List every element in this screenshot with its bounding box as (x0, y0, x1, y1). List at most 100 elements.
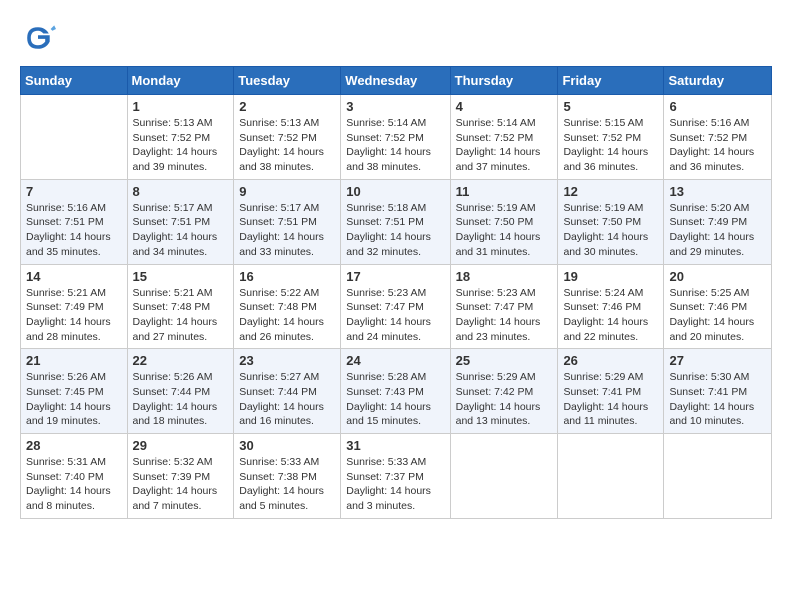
day-info: Sunrise: 5:21 AM Sunset: 7:48 PM Dayligh… (133, 286, 229, 345)
calendar-cell (450, 434, 558, 519)
calendar-cell: 13Sunrise: 5:20 AM Sunset: 7:49 PM Dayli… (664, 179, 772, 264)
day-info: Sunrise: 5:31 AM Sunset: 7:40 PM Dayligh… (26, 455, 122, 514)
day-info: Sunrise: 5:23 AM Sunset: 7:47 PM Dayligh… (346, 286, 444, 345)
week-row-3: 14 Sunrise: 5:21 AM Sunset: 7:49 PM Dayli… (21, 264, 772, 349)
day-number: 18 (456, 269, 553, 284)
calendar-cell: 7Sunrise: 5:16 AM Sunset: 7:51 PM Daylig… (21, 179, 128, 264)
day-number: 27 (669, 353, 766, 368)
day-info: Sunrise: 5:17 AM Sunset: 7:51 PM Dayligh… (133, 201, 229, 260)
calendar-cell: 16Sunrise: 5:22 AM Sunset: 7:48 PM Dayli… (234, 264, 341, 349)
day-info: Sunrise: 5:21 AM Sunset: 7:49 PM Dayligh… (26, 286, 122, 345)
calendar-cell: 2 Sunrise: 5:13 AM Sunset: 7:52 PM Daylig… (234, 95, 341, 180)
day-number: 29 (133, 438, 229, 453)
day-info: Sunrise: 5:18 AM Sunset: 7:51 PM Dayligh… (346, 201, 444, 260)
day-info: Sunrise: 5:13 AM Sunset: 7:52 PM Dayligh… (239, 116, 335, 175)
day-number: 5 (563, 99, 658, 114)
day-info: Sunrise: 5:20 AM Sunset: 7:49 PM Dayligh… (669, 201, 766, 260)
column-header-tuesday: Tuesday (234, 67, 341, 95)
column-header-sunday: Sunday (21, 67, 128, 95)
day-info: Sunrise: 5:17 AM Sunset: 7:51 PM Dayligh… (239, 201, 335, 260)
day-number: 10 (346, 184, 444, 199)
calendar-cell: 3 Sunrise: 5:14 AM Sunset: 7:52 PM Daylig… (341, 95, 450, 180)
day-number: 17 (346, 269, 444, 284)
calendar-table: SundayMondayTuesdayWednesdayThursdayFrid… (20, 66, 772, 519)
calendar-body: 1 Sunrise: 5:13 AM Sunset: 7:52 PM Daylig… (21, 95, 772, 519)
day-info: Sunrise: 5:26 AM Sunset: 7:45 PM Dayligh… (26, 370, 122, 429)
calendar-cell: 22 Sunrise: 5:26 AM Sunset: 7:44 PM Dayli… (127, 349, 234, 434)
day-info: Sunrise: 5:29 AM Sunset: 7:41 PM Dayligh… (563, 370, 658, 429)
day-number: 21 (26, 353, 122, 368)
calendar-cell: 15 Sunrise: 5:21 AM Sunset: 7:48 PM Dayli… (127, 264, 234, 349)
day-number: 25 (456, 353, 553, 368)
day-number: 7 (26, 184, 122, 199)
day-number: 26 (563, 353, 658, 368)
day-number: 6 (669, 99, 766, 114)
day-info: Sunrise: 5:15 AM Sunset: 7:52 PM Dayligh… (563, 116, 658, 175)
calendar-cell: 24Sunrise: 5:28 AM Sunset: 7:43 PM Dayli… (341, 349, 450, 434)
calendar-cell: 11 Sunrise: 5:19 AM Sunset: 7:50 PM Dayli… (450, 179, 558, 264)
day-number: 22 (133, 353, 229, 368)
day-number: 30 (239, 438, 335, 453)
calendar-cell: 31Sunrise: 5:33 AM Sunset: 7:37 PM Dayli… (341, 434, 450, 519)
calendar-cell: 6 Sunrise: 5:16 AM Sunset: 7:52 PM Daylig… (664, 95, 772, 180)
week-row-1: 1 Sunrise: 5:13 AM Sunset: 7:52 PM Daylig… (21, 95, 772, 180)
day-number: 1 (133, 99, 229, 114)
day-info: Sunrise: 5:16 AM Sunset: 7:52 PM Dayligh… (669, 116, 766, 175)
column-header-saturday: Saturday (664, 67, 772, 95)
day-number: 12 (563, 184, 658, 199)
calendar-cell (664, 434, 772, 519)
header-row: SundayMondayTuesdayWednesdayThursdayFrid… (21, 67, 772, 95)
day-number: 19 (563, 269, 658, 284)
calendar-cell: 27 Sunrise: 5:30 AM Sunset: 7:41 PM Dayli… (664, 349, 772, 434)
day-info: Sunrise: 5:22 AM Sunset: 7:48 PM Dayligh… (239, 286, 335, 345)
calendar-cell: 29Sunrise: 5:32 AM Sunset: 7:39 PM Dayli… (127, 434, 234, 519)
day-info: Sunrise: 5:24 AM Sunset: 7:46 PM Dayligh… (563, 286, 658, 345)
day-info: Sunrise: 5:19 AM Sunset: 7:50 PM Dayligh… (456, 201, 553, 260)
calendar-cell: 21 Sunrise: 5:26 AM Sunset: 7:45 PM Dayli… (21, 349, 128, 434)
calendar-cell: 25Sunrise: 5:29 AM Sunset: 7:42 PM Dayli… (450, 349, 558, 434)
calendar-cell: 18 Sunrise: 5:23 AM Sunset: 7:47 PM Dayli… (450, 264, 558, 349)
calendar-cell (21, 95, 128, 180)
week-row-2: 7Sunrise: 5:16 AM Sunset: 7:51 PM Daylig… (21, 179, 772, 264)
day-info: Sunrise: 5:13 AM Sunset: 7:52 PM Dayligh… (133, 116, 229, 175)
calendar-cell: 4Sunrise: 5:14 AM Sunset: 7:52 PM Daylig… (450, 95, 558, 180)
day-info: Sunrise: 5:23 AM Sunset: 7:47 PM Dayligh… (456, 286, 553, 345)
page-header (20, 20, 772, 56)
day-number: 15 (133, 269, 229, 284)
day-number: 3 (346, 99, 444, 114)
day-info: Sunrise: 5:27 AM Sunset: 7:44 PM Dayligh… (239, 370, 335, 429)
day-number: 9 (239, 184, 335, 199)
day-number: 11 (456, 184, 553, 199)
calendar-cell: 23 Sunrise: 5:27 AM Sunset: 7:44 PM Dayli… (234, 349, 341, 434)
calendar-cell: 5 Sunrise: 5:15 AM Sunset: 7:52 PM Daylig… (558, 95, 664, 180)
calendar-header: SundayMondayTuesdayWednesdayThursdayFrid… (21, 67, 772, 95)
calendar-cell: 14 Sunrise: 5:21 AM Sunset: 7:49 PM Dayli… (21, 264, 128, 349)
calendar-cell (558, 434, 664, 519)
day-number: 20 (669, 269, 766, 284)
week-row-5: 28 Sunrise: 5:31 AM Sunset: 7:40 PM Dayli… (21, 434, 772, 519)
logo (20, 20, 60, 56)
column-header-friday: Friday (558, 67, 664, 95)
day-info: Sunrise: 5:30 AM Sunset: 7:41 PM Dayligh… (669, 370, 766, 429)
calendar-cell: 12Sunrise: 5:19 AM Sunset: 7:50 PM Dayli… (558, 179, 664, 264)
column-header-thursday: Thursday (450, 67, 558, 95)
column-header-wednesday: Wednesday (341, 67, 450, 95)
day-number: 2 (239, 99, 335, 114)
day-number: 28 (26, 438, 122, 453)
column-header-monday: Monday (127, 67, 234, 95)
day-number: 8 (133, 184, 229, 199)
calendar-cell: 19 Sunrise: 5:24 AM Sunset: 7:46 PM Dayli… (558, 264, 664, 349)
day-info: Sunrise: 5:26 AM Sunset: 7:44 PM Dayligh… (133, 370, 229, 429)
day-info: Sunrise: 5:14 AM Sunset: 7:52 PM Dayligh… (346, 116, 444, 175)
day-number: 4 (456, 99, 553, 114)
day-info: Sunrise: 5:33 AM Sunset: 7:38 PM Dayligh… (239, 455, 335, 514)
calendar-cell: 9 Sunrise: 5:17 AM Sunset: 7:51 PM Daylig… (234, 179, 341, 264)
day-number: 24 (346, 353, 444, 368)
day-number: 23 (239, 353, 335, 368)
calendar-cell: 10 Sunrise: 5:18 AM Sunset: 7:51 PM Dayli… (341, 179, 450, 264)
calendar-cell: 17 Sunrise: 5:23 AM Sunset: 7:47 PM Dayli… (341, 264, 450, 349)
day-number: 14 (26, 269, 122, 284)
day-info: Sunrise: 5:25 AM Sunset: 7:46 PM Dayligh… (669, 286, 766, 345)
calendar-cell: 30 Sunrise: 5:33 AM Sunset: 7:38 PM Dayli… (234, 434, 341, 519)
calendar-cell: 8 Sunrise: 5:17 AM Sunset: 7:51 PM Daylig… (127, 179, 234, 264)
